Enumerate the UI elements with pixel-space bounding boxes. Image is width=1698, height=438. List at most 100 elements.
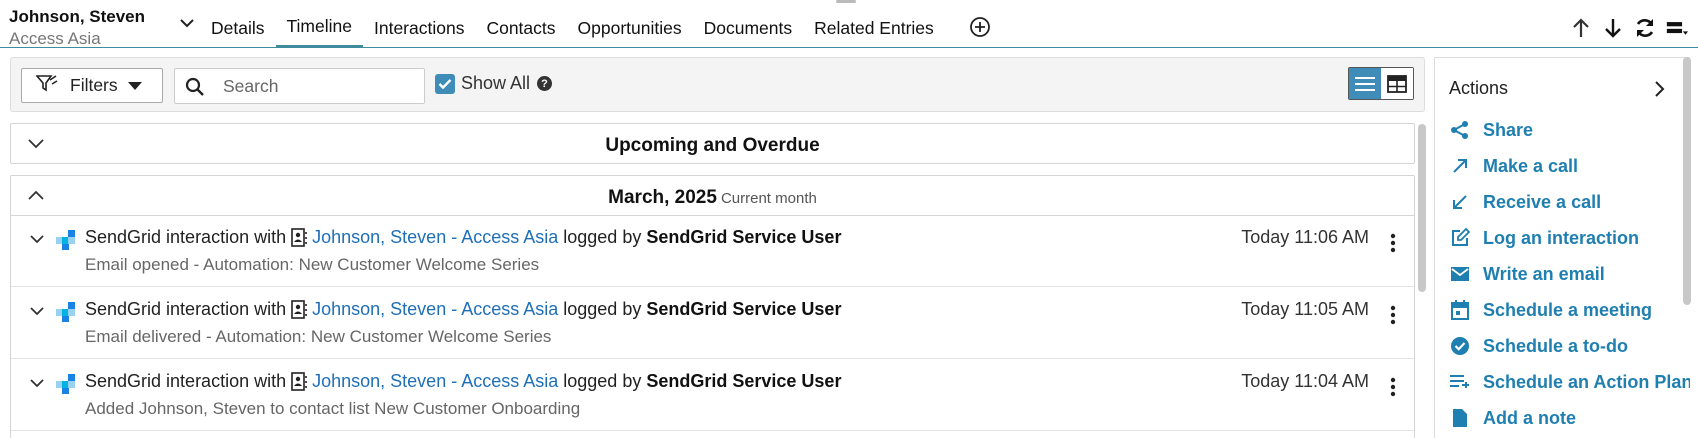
calendar-icon	[1449, 299, 1471, 321]
filters-label: Filters	[70, 75, 118, 95]
upcoming-title: Upcoming and Overdue	[605, 135, 820, 156]
layout-menu-icon[interactable]	[1666, 16, 1688, 40]
kebab-menu-icon[interactable]	[1390, 233, 1396, 253]
tab-related-entries[interactable]: Related Entries	[803, 0, 945, 48]
item-summary: SendGrid interaction with Johnson, Steve…	[85, 371, 841, 392]
share-icon	[1449, 119, 1471, 141]
action-label: Schedule an Action Plan	[1483, 371, 1690, 392]
search-icon	[185, 77, 204, 96]
action-label: Add a note	[1483, 407, 1576, 428]
item-detail: Added Johnson, Steven to contact list Ne…	[85, 399, 581, 418]
contact-link[interactable]: Johnson, Steven - Access Asia	[312, 371, 558, 392]
chevron-down-icon[interactable]	[29, 377, 45, 389]
chevron-down-icon[interactable]	[178, 14, 196, 32]
filter-icon	[35, 74, 58, 97]
list-view-button[interactable]	[1349, 68, 1381, 99]
action-add-note[interactable]: Add a note	[1449, 403, 1576, 433]
view-toggle	[1348, 67, 1414, 100]
chevron-down-icon[interactable]	[29, 305, 45, 317]
tab-contacts[interactable]: Contacts	[475, 0, 566, 48]
month-section-header[interactable]: March, 2025 Current month	[10, 175, 1415, 216]
tab-documents[interactable]: Documents	[693, 0, 804, 48]
tab-interactions[interactable]: Interactions	[363, 0, 475, 48]
action-schedule-action-plan[interactable]: Schedule an Action Plan	[1449, 367, 1690, 397]
item-detail: Email opened - Automation: New Customer …	[85, 255, 540, 274]
search-input[interactable]	[223, 75, 418, 97]
table-icon	[1387, 74, 1407, 93]
item-prefix: SendGrid interaction with	[85, 227, 287, 247]
action-receive-call[interactable]: Receive a call	[1449, 187, 1601, 217]
item-user: SendGrid Service User	[646, 299, 842, 319]
chevron-right-icon[interactable]	[1654, 80, 1666, 98]
actions-panel: Actions Share Make a call Receive a call…	[1434, 57, 1690, 438]
sendgrid-icon	[56, 374, 75, 394]
contact-card-icon	[291, 372, 307, 391]
show-all-checkbox[interactable]	[435, 73, 455, 94]
item-logged-by: logged by	[563, 299, 642, 319]
tab-opportunities[interactable]: Opportunities	[567, 0, 693, 48]
search-box[interactable]	[174, 68, 425, 104]
timeline-item: SendGrid interaction with Johnson, Steve…	[11, 215, 1414, 287]
filters-button[interactable]: Filters	[21, 68, 163, 103]
action-schedule-todo[interactable]: Schedule a to-do	[1449, 331, 1628, 361]
action-write-email[interactable]: Write an email	[1449, 259, 1605, 289]
add-tab-icon[interactable]	[969, 16, 991, 38]
action-label: Log an interaction	[1483, 227, 1640, 248]
email-icon	[1449, 263, 1471, 285]
action-schedule-meeting[interactable]: Schedule a meeting	[1449, 295, 1652, 325]
arrow-up-icon[interactable]	[1570, 16, 1592, 40]
outgoing-call-icon	[1449, 155, 1471, 177]
action-label: Write an email	[1483, 263, 1605, 284]
arrow-down-icon[interactable]	[1602, 16, 1624, 40]
timeline-scrollbar[interactable]	[1418, 124, 1426, 292]
item-detail: Email delivered - Automation: New Custom…	[85, 327, 552, 346]
show-all-toggle[interactable]: Show All ?	[435, 73, 553, 94]
upcoming-section-header[interactable]: Upcoming and Overdue	[10, 123, 1415, 164]
record-name: Johnson, Steven	[9, 7, 146, 26]
record-nav-icons	[1570, 16, 1688, 40]
kebab-menu-icon[interactable]	[1390, 305, 1396, 325]
item-time: Today 11:06 AM	[1241, 227, 1369, 247]
contact-link[interactable]: Johnson, Steven - Access Asia	[312, 299, 558, 320]
refresh-icon[interactable]	[1634, 16, 1656, 40]
grid-view-button[interactable]	[1381, 68, 1413, 99]
action-label: Share	[1483, 119, 1534, 140]
timeline-item: SendGrid interaction with Johnson, Steve…	[11, 359, 1414, 431]
tab-details[interactable]: Details	[200, 0, 276, 48]
kebab-menu-icon[interactable]	[1390, 377, 1396, 397]
item-user: SendGrid Service User	[646, 227, 842, 247]
sendgrid-icon	[56, 230, 75, 250]
contact-card-icon	[291, 300, 307, 319]
month-sublabel: Current month	[720, 190, 817, 207]
actions-title: Actions	[1449, 78, 1509, 98]
tab-timeline[interactable]: Timeline	[275, 0, 363, 48]
timeline-item: SendGrid interaction with Johnson, Steve…	[11, 287, 1414, 359]
sendgrid-icon	[56, 302, 75, 322]
action-make-call[interactable]: Make a call	[1449, 151, 1578, 181]
list-icon	[1355, 76, 1375, 91]
action-label: Schedule a to-do	[1483, 335, 1629, 356]
item-prefix: SendGrid interaction with	[85, 371, 287, 391]
incoming-call-icon	[1449, 191, 1471, 213]
edit-icon	[1449, 227, 1471, 249]
item-logged-by: logged by	[563, 371, 642, 391]
show-all-label: Show All	[461, 73, 531, 93]
item-logged-by: logged by	[563, 227, 642, 247]
action-log-interaction[interactable]: Log an interaction	[1449, 223, 1639, 253]
action-label: Make a call	[1483, 155, 1579, 176]
action-label: Receive a call	[1483, 191, 1602, 212]
action-label: Schedule a meeting	[1483, 299, 1653, 320]
action-plan-icon	[1449, 371, 1471, 393]
contact-card-icon	[291, 228, 307, 247]
help-icon[interactable]: ?	[537, 76, 553, 91]
item-time: Today 11:04 AM	[1241, 371, 1369, 391]
tab-bar: Details Timeline Interactions Contacts O…	[200, 0, 945, 48]
contact-link[interactable]: Johnson, Steven - Access Asia	[312, 227, 558, 248]
item-user: SendGrid Service User	[646, 371, 842, 391]
timeline-feed: SendGrid interaction with Johnson, Steve…	[10, 215, 1415, 438]
actions-scrollbar[interactable]	[1683, 57, 1691, 305]
check-circle-icon	[1449, 335, 1471, 357]
chevron-down-icon[interactable]	[29, 233, 45, 245]
caret-down-icon	[127, 81, 142, 90]
action-share[interactable]: Share	[1449, 115, 1533, 145]
